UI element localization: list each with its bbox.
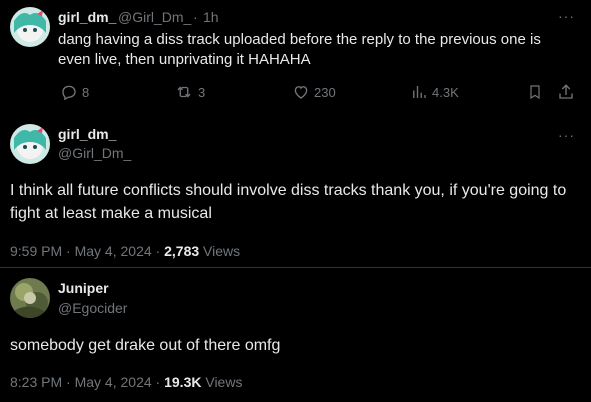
- like-icon: [292, 83, 310, 101]
- repost-icon: [174, 83, 194, 101]
- views-icon: [410, 83, 428, 101]
- divider: [0, 267, 591, 268]
- tweet-meta: 8:23 PM · May 4, 2024 · 19.3K Views: [10, 374, 242, 390]
- views-count: 4.3K: [432, 84, 459, 100]
- display-name[interactable]: girl_dm_: [58, 9, 116, 25]
- separator-dot: ·: [155, 374, 161, 390]
- views-label: Views: [205, 374, 243, 390]
- handle[interactable]: @Egocider: [58, 300, 127, 316]
- timestamp[interactable]: 1h: [203, 9, 219, 25]
- repost-count: 3: [198, 84, 206, 100]
- separator-dot: ·: [155, 243, 161, 259]
- handle[interactable]: @Girl_Dm_: [118, 9, 191, 25]
- date[interactable]: May 4, 2024: [75, 374, 152, 390]
- date[interactable]: May 4, 2024: [75, 243, 152, 259]
- separator-dot: ·: [66, 243, 71, 259]
- separator-dot: ·: [66, 374, 71, 390]
- timestamp[interactable]: 9:59 PM: [10, 243, 62, 259]
- display-name[interactable]: girl_dm_: [58, 126, 116, 142]
- more-icon[interactable]: ···: [558, 127, 575, 143]
- tweet-text: I think all future conflicts should invo…: [10, 182, 567, 222]
- like-count: 230: [314, 84, 336, 100]
- reply-count: 8: [82, 84, 90, 100]
- tweet-text: dang having a diss track uploaded before…: [58, 31, 541, 68]
- views-count: 2,783: [164, 243, 200, 259]
- avatar[interactable]: [10, 124, 50, 164]
- display-name[interactable]: Juniper: [58, 280, 109, 296]
- reply-icon: [60, 83, 78, 101]
- views-label: Views: [203, 243, 241, 259]
- tweet-meta: 9:59 PM · May 4, 2024 · 2,783 Views: [10, 243, 240, 259]
- like-button[interactable]: 230: [292, 83, 336, 101]
- handle[interactable]: @Girl_Dm_: [58, 145, 131, 161]
- timestamp[interactable]: 8:23 PM: [10, 374, 62, 390]
- avatar[interactable]: [10, 7, 50, 47]
- tweet-text: somebody get drake out of there omfg: [10, 337, 281, 354]
- views-count: 19.3K: [164, 374, 202, 390]
- separator-dot: ·: [193, 9, 198, 25]
- avatar[interactable]: [10, 278, 50, 318]
- views-button[interactable]: 4.3K: [410, 83, 459, 101]
- repost-button[interactable]: 3: [174, 83, 205, 101]
- share-icon[interactable]: [557, 83, 575, 101]
- bookmark-icon[interactable]: [527, 83, 543, 101]
- reply-button[interactable]: 8: [60, 83, 89, 101]
- more-icon[interactable]: ···: [558, 8, 575, 24]
